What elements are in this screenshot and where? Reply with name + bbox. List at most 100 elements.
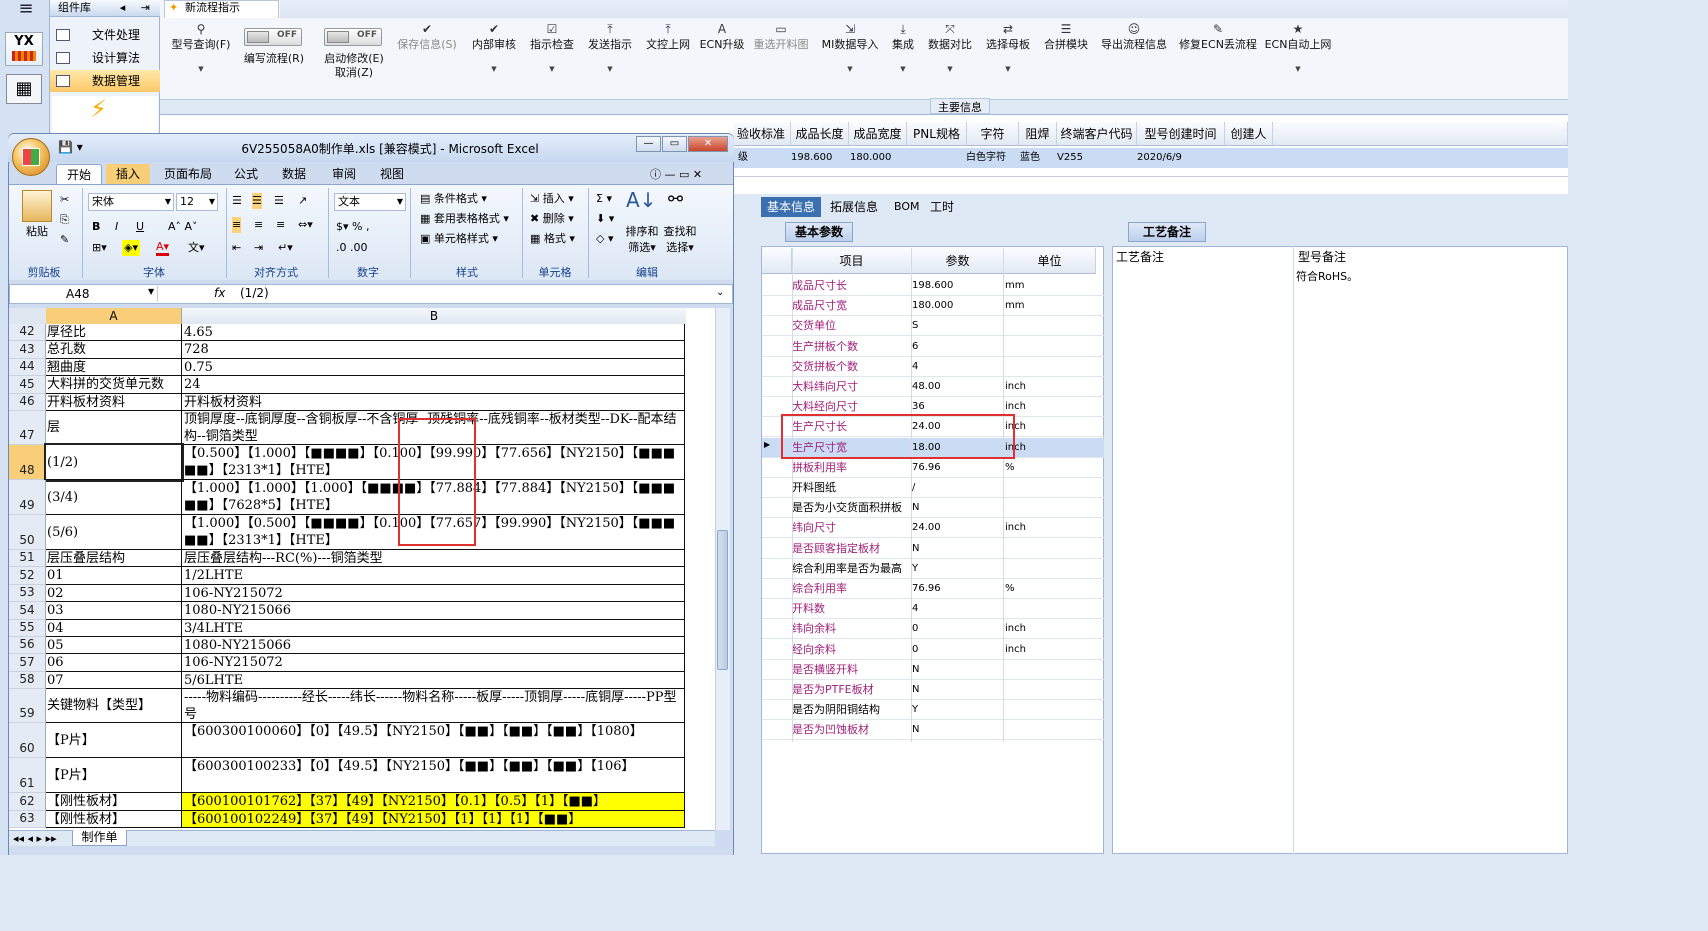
- tab-basic-info[interactable]: 基本信息: [761, 197, 822, 217]
- border-button[interactable]: ⊞▾: [92, 240, 107, 256]
- cell-a[interactable]: 02: [46, 584, 182, 603]
- cell-b[interactable]: 728: [182, 341, 685, 359]
- select-all-corner[interactable]: [9, 308, 46, 324]
- internal-review-button[interactable]: ✔ 内部审核 ▼: [466, 22, 522, 82]
- tab-page-layout[interactable]: 页面布局: [154, 164, 222, 184]
- param-row[interactable]: 交货拼板个数 4: [762, 357, 1104, 377]
- column-header-b[interactable]: B: [182, 308, 686, 324]
- cell-a[interactable]: 【刚性板材】: [46, 810, 182, 828]
- cell-b[interactable]: 1080-NY215066: [182, 602, 685, 620]
- param-row[interactable]: 综合利用率是否为最高 Y: [762, 559, 1104, 579]
- col-pnl-spec[interactable]: PNL规格: [907, 122, 967, 146]
- tab-data[interactable]: 数据: [272, 164, 316, 184]
- row-header[interactable]: 61: [9, 758, 46, 794]
- align-right-button[interactable]: ≡: [276, 217, 285, 233]
- param-value[interactable]: Y: [912, 700, 1002, 720]
- model-note-value[interactable]: 符合RoHS。: [1296, 268, 1358, 284]
- increase-indent-button[interactable]: ⇥: [254, 240, 263, 256]
- tab-work-hours[interactable]: 工时: [924, 197, 960, 217]
- cell-b[interactable]: 4.65: [182, 324, 685, 342]
- text-orientation-button[interactable]: ↗: [298, 193, 307, 209]
- row-header[interactable]: 42: [9, 324, 46, 342]
- delete-cells-button[interactable]: ✖ 删除 ▾: [530, 211, 574, 227]
- cancel-button[interactable]: 取消(Z): [316, 66, 392, 80]
- font-size-combo[interactable]: 12 ▼: [176, 193, 218, 211]
- wrap-text-button[interactable]: ↵▾: [278, 240, 293, 256]
- data-compare-button[interactable]: ⤧ 数据对比 ▼: [924, 22, 976, 82]
- cell-b[interactable]: 【600300100060】【0】【49.5】【NY2150】【■■】【■■】【…: [182, 723, 685, 759]
- cut-icon[interactable]: ✂: [60, 192, 69, 208]
- param-row[interactable]: 是否为阴阳铜结构 Y: [762, 700, 1104, 721]
- cell-b[interactable]: 【600100102249】【37】【49】【NY2150】【1】【1】【1】【…: [182, 810, 685, 828]
- cell-b[interactable]: 【600100101762】【37】【49】【NY2150】【0.1】【0.5】…: [182, 793, 685, 811]
- row-header[interactable]: 62: [9, 793, 46, 811]
- fill-color-button[interactable]: ◈▾: [122, 240, 140, 256]
- align-middle-button[interactable]: ☰: [252, 193, 262, 209]
- row-header[interactable]: 59: [9, 689, 46, 724]
- quick-access-icons[interactable]: 💾 ▾: [58, 140, 83, 154]
- cell-a[interactable]: 【P片】: [46, 758, 182, 794]
- cell-a[interactable]: 05: [46, 637, 182, 655]
- col-created-time[interactable]: 型号创建时间: [1137, 122, 1225, 146]
- param-row[interactable]: 交货单位 S: [762, 316, 1104, 337]
- currency-button[interactable]: $▾ % ,: [336, 219, 369, 235]
- insert-function-icon[interactable]: fx: [214, 286, 225, 300]
- cell-style-button[interactable]: ▣ 单元格样式 ▾: [420, 231, 498, 247]
- ribbon-window-icons[interactable]: ⓘ — ▭ ✕: [650, 166, 702, 182]
- param-row[interactable]: 生产拼板个数 6: [762, 337, 1104, 357]
- row-header[interactable]: 45: [9, 376, 46, 394]
- cell-b[interactable]: 1/2LHTE: [182, 567, 685, 585]
- decrease-indent-button[interactable]: ⇤: [232, 240, 241, 256]
- phonetic-button[interactable]: 文▾: [188, 240, 205, 256]
- align-bottom-button[interactable]: ☰: [274, 193, 284, 209]
- menu-icon[interactable]: ≡: [8, 0, 44, 20]
- param-value[interactable]: 0: [912, 640, 1002, 660]
- cell-a[interactable]: 翘曲度: [46, 358, 182, 377]
- clear-button[interactable]: ◇ ▾: [596, 231, 613, 247]
- col-creator[interactable]: 创建人: [1225, 122, 1273, 146]
- sheet-nav-icons[interactable]: ◂◂ ◂ ▸ ▸▸: [13, 832, 57, 845]
- param-row[interactable]: 开料图纸 /: [762, 478, 1104, 498]
- cell-a[interactable]: 层压叠层结构: [46, 550, 182, 568]
- decimal-buttons[interactable]: .0 .00: [336, 240, 368, 256]
- cell-a[interactable]: 01: [46, 567, 182, 585]
- formula-input[interactable]: (1/2): [240, 286, 269, 300]
- row-header[interactable]: 57: [9, 654, 46, 672]
- column-header-a[interactable]: A: [46, 308, 182, 324]
- cell-b[interactable]: 0.75: [182, 358, 685, 377]
- cell-b[interactable]: -----物料编码----------经长-----纬长------物料名称--…: [182, 689, 685, 724]
- col-acceptance[interactable]: 验收标准: [733, 122, 791, 146]
- cell-a[interactable]: (3/4): [46, 480, 182, 515]
- cell-a[interactable]: 关键物料【类型】: [46, 689, 182, 724]
- param-value[interactable]: 76.96: [912, 579, 1002, 599]
- cell-a[interactable]: (1/2): [44, 443, 184, 482]
- param-row[interactable]: 纬向余料 0 inch: [762, 619, 1104, 640]
- sheet-tab[interactable]: 制作单: [72, 830, 127, 846]
- ecn-upgrade-button[interactable]: A ECN升级: [698, 22, 746, 82]
- tab-formulas[interactable]: 公式: [224, 164, 268, 184]
- param-value[interactable]: 6: [912, 337, 1002, 357]
- param-row[interactable]: 是否横竖开料 N: [762, 660, 1104, 680]
- row-header[interactable]: 63: [9, 810, 46, 828]
- fill-button[interactable]: ⬇ ▾: [596, 211, 614, 227]
- copy-icon[interactable]: ⎘: [60, 212, 69, 228]
- row-header[interactable]: 44: [9, 358, 46, 377]
- param-value[interactable]: 4: [912, 599, 1002, 619]
- param-value[interactable]: Y: [912, 559, 1002, 579]
- cell-a[interactable]: 【刚性板材】: [46, 793, 182, 811]
- param-value[interactable]: N: [912, 680, 1002, 700]
- cell-b[interactable]: 24: [182, 376, 685, 394]
- cell-a[interactable]: 【P片】: [46, 723, 182, 759]
- param-row[interactable]: 是否为PTFE板材 N: [762, 680, 1104, 700]
- param-row[interactable]: 成品尺寸长 198.600 mm: [762, 276, 1104, 296]
- param-value[interactable]: 76.96: [912, 458, 1002, 478]
- param-row[interactable]: 是否顾客指定板材 N: [762, 539, 1104, 559]
- number-format-combo[interactable]: 文本 ▼: [334, 193, 406, 211]
- minimize-button[interactable]: —: [636, 136, 661, 152]
- row-header[interactable]: 56: [9, 637, 46, 655]
- font-color-button[interactable]: A▾: [156, 240, 170, 256]
- col-solder-mask[interactable]: 阻焊: [1019, 122, 1057, 146]
- cell-a[interactable]: 开料板材资料: [46, 393, 182, 411]
- name-box[interactable]: A48: [12, 286, 158, 302]
- merge-module-button[interactable]: ☰ 合拼模块: [1040, 22, 1092, 82]
